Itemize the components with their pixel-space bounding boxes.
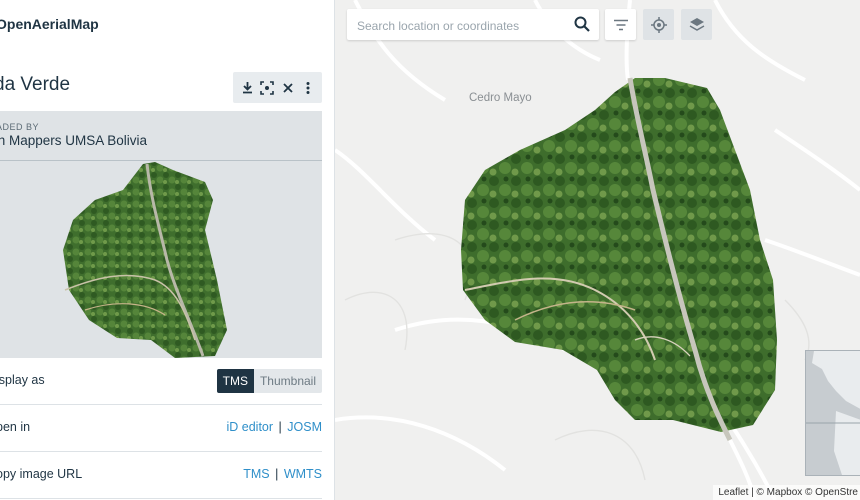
tms-toggle-button[interactable]: TMS xyxy=(216,369,254,393)
search-input[interactable] xyxy=(355,15,569,36)
copy-url-links: TMS | WMTS xyxy=(243,467,322,481)
download-icon[interactable] xyxy=(239,80,255,96)
sidebar: OpenAerialMap da Verde ADED BY th Mapper… xyxy=(0,0,335,500)
wmts-url-link[interactable]: WMTS xyxy=(284,467,322,481)
id-editor-link[interactable]: iD editor xyxy=(227,420,274,434)
close-icon[interactable] xyxy=(280,80,296,96)
tms-url-link[interactable]: TMS xyxy=(243,467,269,481)
josm-link[interactable]: JOSM xyxy=(287,420,322,434)
open-in-links: iD editor | JOSM xyxy=(227,420,323,434)
focus-icon[interactable] xyxy=(259,80,275,96)
layers-button[interactable] xyxy=(681,9,712,40)
image-toolbar xyxy=(233,72,322,103)
search-bar xyxy=(347,9,599,40)
copy-url-row: opy image URL TMS | WMTS xyxy=(0,452,322,499)
map-attribution[interactable]: Leaflet | © Mapbox © OpenStre xyxy=(713,485,860,500)
map-view[interactable]: Cedro Mayo Leaflet | © Mapbox © OpenStre xyxy=(335,0,860,500)
filter-button[interactable] xyxy=(605,9,636,40)
display-as-row: isplay as TMS Thumbnail xyxy=(0,358,322,405)
place-label: Cedro Mayo xyxy=(469,92,532,104)
brand-logo-text[interactable]: OpenAerialMap xyxy=(0,16,99,32)
display-as-label: isplay as xyxy=(0,373,45,387)
thumbnail-toggle-button[interactable]: Thumbnail xyxy=(253,369,322,393)
basemap xyxy=(335,0,860,500)
link-separator: | xyxy=(275,467,279,481)
uploaded-by-label: ADED BY xyxy=(0,122,40,132)
link-separator: | xyxy=(278,420,282,434)
uploader-name: th Mappers UMSA Bolivia xyxy=(0,133,148,148)
more-vertical-icon[interactable] xyxy=(300,80,316,96)
image-thumbnail xyxy=(63,162,227,358)
minimap-land xyxy=(806,351,860,475)
open-in-label: pen in xyxy=(0,420,31,434)
minimap[interactable] xyxy=(805,350,860,476)
filter-icon xyxy=(613,19,628,30)
image-meta-panel: ADED BY th Mappers UMSA Bolivia xyxy=(0,111,322,358)
locate-button[interactable] xyxy=(643,9,674,40)
search-icon[interactable] xyxy=(574,16,590,37)
display-toggle: TMS Thumbnail xyxy=(216,369,322,393)
layers-icon xyxy=(689,17,704,31)
open-in-row: pen in iD editor | JOSM xyxy=(0,405,322,452)
copy-url-label: opy image URL xyxy=(0,467,83,481)
image-title: da Verde xyxy=(0,74,71,95)
locate-icon xyxy=(650,16,667,33)
